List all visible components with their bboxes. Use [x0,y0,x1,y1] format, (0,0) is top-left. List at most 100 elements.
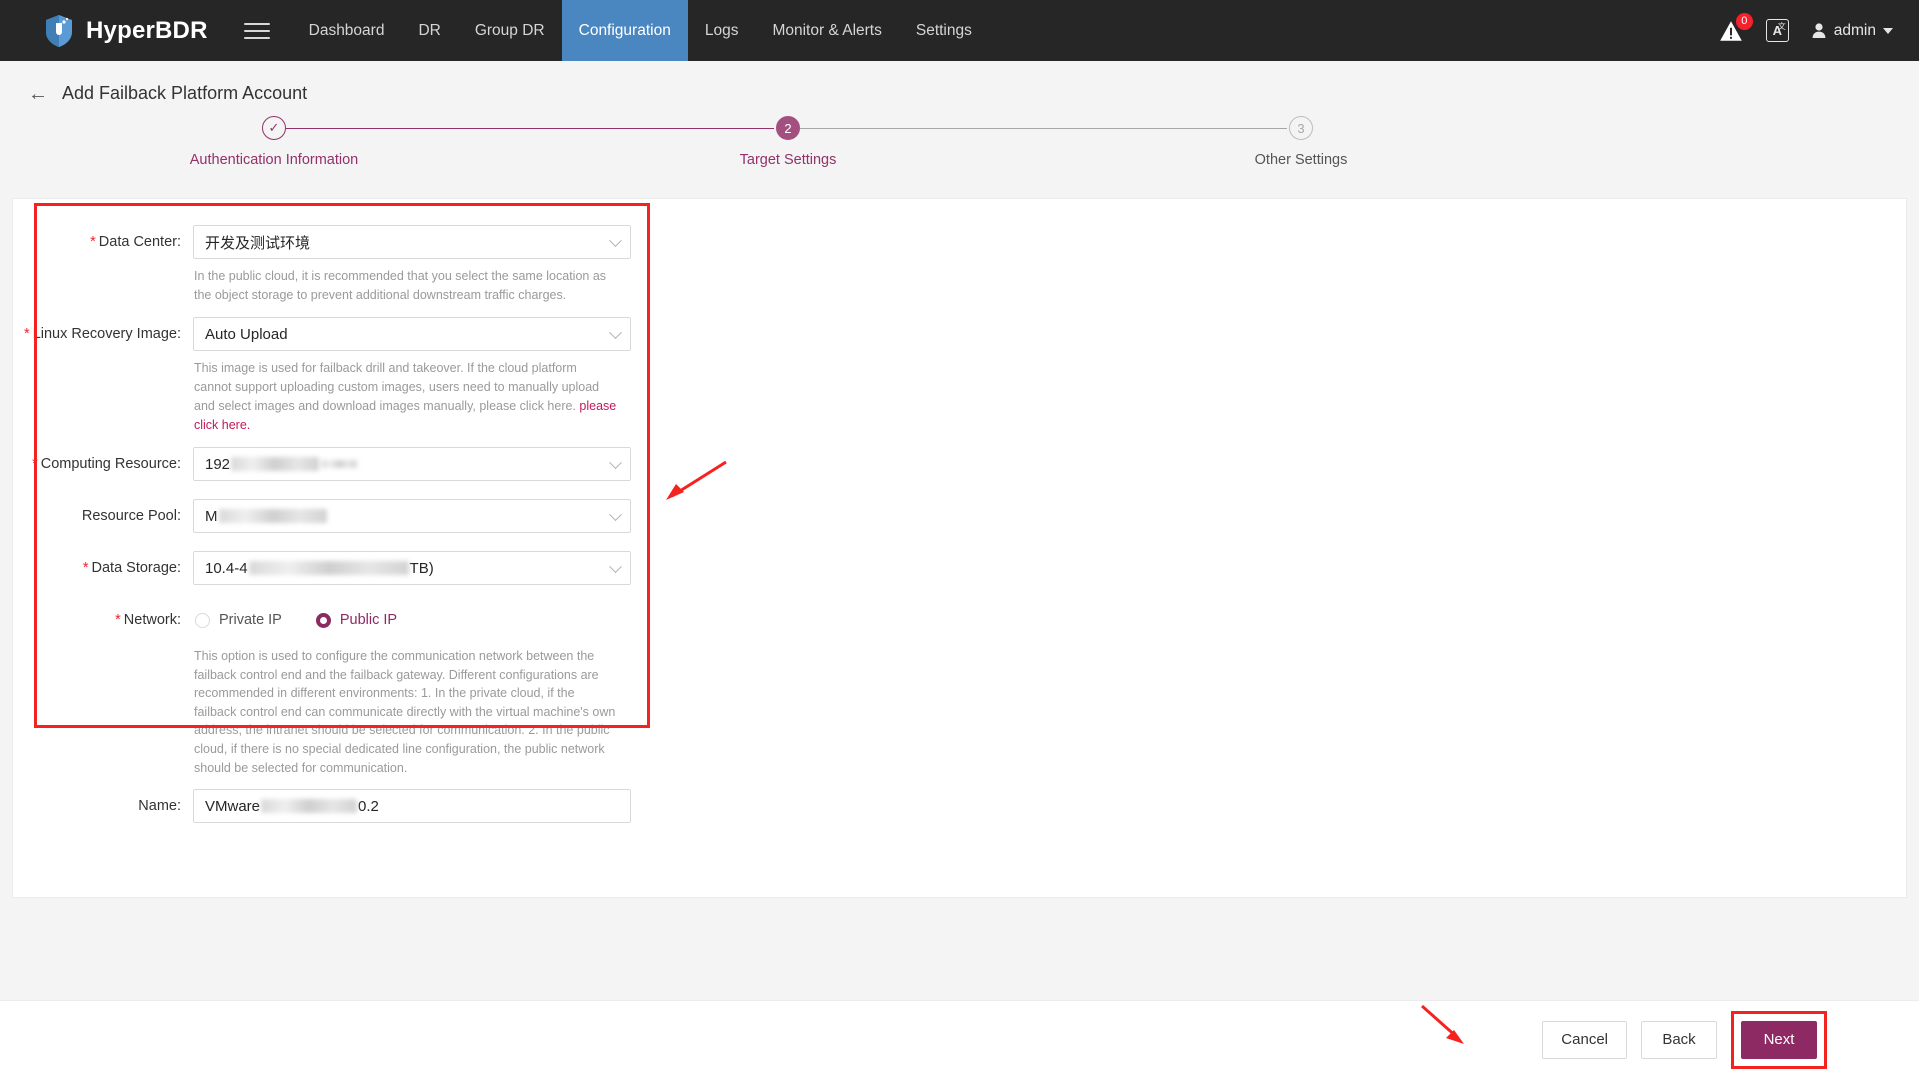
network-control: Private IP Public IP This option is used… [193,603,631,789]
alert-warning-icon[interactable]: 0 [1718,12,1753,44]
linux-recovery-image-value: Auto Upload [205,325,288,343]
data-storage-value-suffix: TB) [409,559,434,577]
field-row-name: Name: VMware 0.2 [13,789,793,824]
linux-recovery-image-control: Auto Upload This image is used for failb… [193,317,631,447]
user-avatar-icon [1812,23,1826,38]
data-center-value: 开发及测试环境 [205,234,311,252]
redacted-value-mask [248,561,409,575]
network-label: * Network: [13,603,193,637]
redacted-value-mask [261,799,358,814]
resource-pool-value: M [205,507,218,525]
wizard-step-2[interactable]: 2 Target Settings [658,116,918,168]
chevron-down-icon [609,456,622,470]
page-title: Add Failback Platform Account [62,83,308,103]
network-radio-group: Private IP Public IP [193,603,631,637]
alert-count-badge: 0 [1735,12,1753,30]
user-menu[interactable]: admin [1811,22,1893,40]
required-asterisk: * [82,560,89,576]
network-option-public-ip-label: Public IP [339,612,398,628]
field-row-resource-pool: Resource Pool: M [13,499,793,533]
step-connector-1-2 [286,128,774,129]
nav-right-actions: 0 A 文 admin [1718,12,1919,44]
nav-item-dr[interactable]: DR [401,0,457,61]
radio-dot-icon [315,612,331,628]
back-button[interactable]: Back [1641,1020,1717,1059]
data-storage-control: 10.4-4 TB) [193,551,631,585]
data-center-control: 开发及测试环境 In the public cloud, it is recom… [193,225,631,317]
data-center-label: * Data Center: [13,225,193,259]
annotation-arrow-form [666,460,727,500]
network-label-text: Network: [123,612,181,628]
nav-item-configuration[interactable]: Configuration [561,0,688,61]
form-footer: Cancel Back Next [0,1000,1919,1078]
name-control: VMware 0.2 [193,789,631,824]
hamburger-line [243,29,270,32]
data-storage-label: * Data Storage: [13,551,193,585]
linux-recovery-image-label-text: Linux Recovery Image: [32,326,181,342]
name-label: Name: [138,798,181,815]
network-option-private-ip[interactable]: Private IP [195,612,282,628]
nav-item-monitor-alerts[interactable]: Monitor & Alerts [755,0,898,61]
linux-recovery-image-hint-text: This image is used for failback drill an… [194,361,600,413]
step-3-label: Other Settings [1254,152,1348,168]
brand-logo[interactable]: HyperBDR [0,14,208,48]
network-option-public-ip[interactable]: Public IP [315,612,398,628]
required-asterisk: * [32,456,38,472]
redacted-value-mask [218,509,327,523]
next-button-highlight-annotation: Next [1731,1010,1827,1069]
nav-links: Dashboard DR Group DR Configuration Logs… [292,0,989,61]
resource-pool-label: Resource Pool: [81,508,181,524]
field-row-data-storage: * Data Storage: 10.4-4 TB) [13,551,793,585]
chevron-down-icon [1883,27,1893,34]
field-row-network: * Network: Private IP Public IP This opti… [13,603,793,789]
radio-dot-icon [195,612,210,628]
back-arrow-icon[interactable]: ← [28,84,48,104]
shield-icon [46,14,72,47]
step-2-circle: 2 [776,116,800,140]
target-settings-form: * Data Center: 开发及测试环境 In the public clou… [13,199,793,824]
data-center-select[interactable]: 开发及测试环境 [193,225,631,259]
top-navigation-bar: HyperBDR Dashboard DR Group DR Configura… [0,0,1919,61]
chevron-down-icon [609,508,622,522]
hamburger-icon[interactable] [243,22,270,39]
network-hint: This option is used to configure the com… [194,649,616,775]
wizard-step-1[interactable]: ✓ Authentication Information [144,116,404,168]
language-switch-icon[interactable]: A 文 [1765,19,1789,42]
next-button[interactable]: Next [1741,1020,1817,1059]
cancel-button[interactable]: Cancel [1542,1020,1627,1059]
nav-item-group-dr[interactable]: Group DR [458,0,562,61]
language-letter-sup: 文 [1777,22,1786,31]
nav-item-dashboard[interactable]: Dashboard [292,0,402,61]
computing-resource-label: * Computing Resource: [13,447,193,481]
user-name: admin [1833,21,1876,39]
computing-resource-select[interactable]: 192 [193,447,631,481]
wizard-step-3[interactable]: 3 Other Settings [1171,116,1431,168]
step-1-circle: ✓ [262,116,286,140]
step-connector-2-3 [800,128,1287,129]
data-storage-select[interactable]: 10.4-4 TB) [193,551,631,585]
required-asterisk: * [115,612,121,628]
hamburger-line [243,22,270,25]
redacted-value-mask [231,457,320,471]
chevron-down-icon [609,326,622,340]
data-center-label-text: Data Center: [98,234,181,250]
chevron-down-icon [609,234,622,248]
step-3-circle: 3 [1289,116,1313,140]
required-asterisk: * [90,234,96,250]
nav-item-logs[interactable]: Logs [688,0,756,61]
data-storage-label-text: Data Storage: [91,560,181,576]
hamburger-line [243,36,270,39]
field-row-data-center: * Data Center: 开发及测试环境 In the public clou… [13,225,793,317]
brand-name: HyperBDR [86,16,208,44]
name-value-suffix: 0.2 [358,797,379,815]
name-input[interactable]: VMware 0.2 [193,789,631,824]
chevron-down-icon [609,560,622,574]
nav-item-settings[interactable]: Settings [899,0,989,61]
resource-pool-select[interactable]: M [193,499,631,533]
linux-recovery-image-label: * Linux Recovery Image: [13,317,193,351]
field-row-linux-recovery-image: * Linux Recovery Image: Auto Upload This … [13,317,793,447]
data-storage-value-prefix: 10.4-4 [205,559,248,577]
linux-recovery-image-select[interactable]: Auto Upload [193,317,631,351]
page-header: ← Add Failback Platform Account [0,61,1919,104]
data-center-hint: In the public cloud, it is recommended t… [194,269,607,302]
